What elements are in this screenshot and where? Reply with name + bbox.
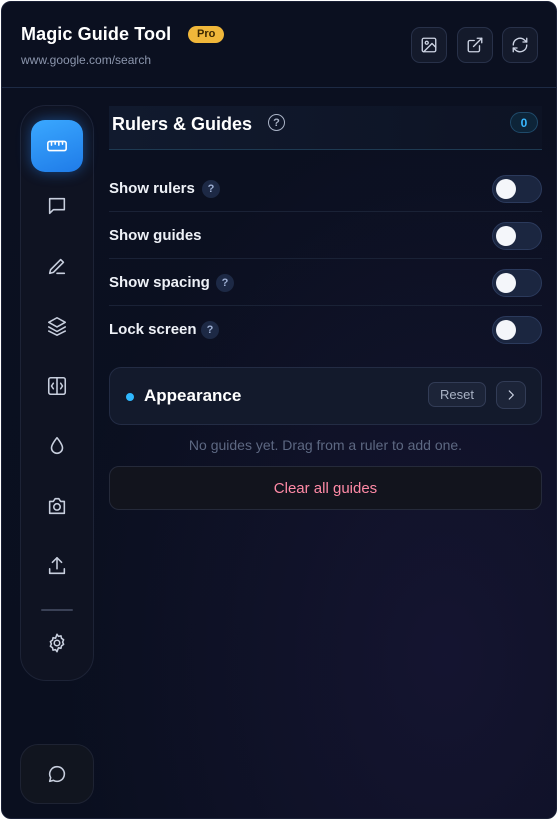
setting-label: Show rulers: [109, 180, 195, 197]
setting-label: Lock screen: [109, 321, 197, 338]
appearance-label: Appearance: [144, 386, 242, 405]
sidebar-item-compare[interactable]: [31, 360, 83, 412]
setting-row-show-spacing: Show spacing ?: [109, 259, 542, 306]
droplet-icon: [50, 436, 64, 455]
chevron-right-icon: [508, 390, 514, 400]
empty-guides-hint: No guides yet. Drag from a ruler to add …: [188, 437, 463, 453]
toggle-knob: [496, 179, 516, 199]
sidebar-divider: [41, 609, 73, 611]
setting-label: Show spacing: [109, 274, 210, 291]
chat-button[interactable]: [20, 744, 94, 804]
help-icon[interactable]: ?: [216, 274, 234, 292]
show-rulers-toggle[interactable]: [492, 175, 542, 203]
camera-icon: [48, 497, 66, 515]
sidebar-item-export[interactable]: [31, 540, 83, 592]
sidebar-item-layers[interactable]: [31, 300, 83, 352]
refresh-button[interactable]: [502, 27, 538, 63]
screenshot-button[interactable]: [411, 27, 447, 63]
toggle-knob: [496, 273, 516, 293]
reset-button[interactable]: Reset: [428, 382, 486, 407]
sidebar-item-settings[interactable]: [31, 617, 83, 669]
lock-screen-toggle[interactable]: [492, 316, 542, 344]
setting-label: Show guides: [109, 227, 202, 244]
code-compare-icon: [47, 376, 67, 396]
tool-sidebar: [20, 105, 94, 681]
setting-row-lock-screen: Lock screen ?: [109, 306, 542, 353]
guide-count-badge: 0: [510, 112, 538, 133]
app-title: Magic Guide Tool: [21, 24, 172, 44]
expand-appearance-button[interactable]: [496, 381, 526, 409]
show-guides-toggle[interactable]: [492, 222, 542, 250]
open-external-button[interactable]: [457, 27, 493, 63]
ruler-icon: [47, 140, 67, 152]
comment-icon: [48, 197, 66, 215]
page-url: www.google.com/search: [21, 53, 152, 67]
toggle-knob: [496, 320, 516, 340]
gear-icon: [49, 633, 65, 653]
sidebar-item-comments[interactable]: [31, 180, 83, 232]
toggle-knob: [496, 226, 516, 246]
accent-dot: [126, 393, 134, 401]
setting-row-show-rulers: Show rulers ?: [109, 165, 542, 212]
sidebar-item-color[interactable]: [31, 420, 83, 472]
layers-icon: [47, 316, 67, 336]
sidebar-item-capture[interactable]: [31, 480, 83, 532]
pro-badge: Pro: [188, 26, 225, 43]
refresh-icon: [512, 37, 528, 53]
setting-row-show-guides: Show guides: [109, 212, 542, 259]
sidebar-item-draw[interactable]: [31, 240, 83, 292]
extension-panel: Magic Guide Tool Pro www.google.com/sear…: [1, 1, 557, 819]
chat-bubble-icon: [48, 765, 66, 783]
external-link-icon: [467, 37, 483, 53]
appearance-section[interactable]: Appearance Reset: [109, 367, 542, 425]
sidebar-item-rulers[interactable]: [31, 120, 83, 172]
section-help-icon[interactable]: ?: [268, 114, 285, 131]
panel-header: Magic Guide Tool Pro www.google.com/sear…: [2, 2, 556, 88]
help-icon[interactable]: ?: [202, 180, 220, 198]
section-header: Rulers & Guides ? 0: [109, 106, 542, 150]
pen-icon: [48, 258, 66, 275]
image-icon: [421, 37, 437, 53]
show-spacing-toggle[interactable]: [492, 269, 542, 297]
help-icon[interactable]: ?: [201, 321, 219, 339]
clear-all-guides-button[interactable]: Clear all guides: [109, 466, 542, 510]
section-title: Rulers & Guides: [112, 114, 253, 134]
upload-icon: [48, 556, 66, 575]
